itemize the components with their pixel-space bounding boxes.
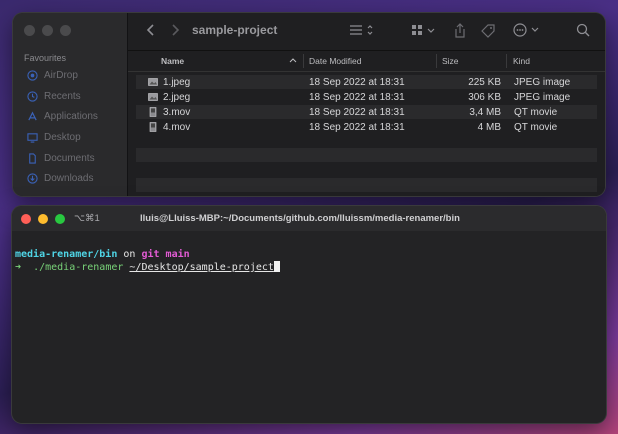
terminal-window-controls	[21, 214, 65, 224]
file-date: 18 Sep 2022 at 18:31	[309, 92, 405, 103]
file-date: 18 Sep 2022 at 18:31	[309, 122, 405, 133]
file-name: 1.jpeg	[163, 77, 191, 88]
sidebar-header: Favourites	[24, 53, 67, 63]
close-button[interactable]	[21, 214, 31, 224]
empty-row	[136, 178, 597, 192]
column-header: Name Date Modified Size Kind	[128, 50, 605, 72]
movie-file-icon	[149, 122, 157, 132]
column-divider[interactable]	[436, 54, 437, 68]
ellipsis-circle-icon	[513, 23, 539, 37]
sidebar-item-label: Desktop	[44, 131, 81, 143]
prompt-on: on	[117, 249, 142, 260]
chevron-right-icon	[172, 24, 180, 36]
terminal-output[interactable]: media-renamer/bin on git main ➜ ./media-…	[15, 249, 280, 274]
sidebar-item-recents[interactable]: Recents	[26, 87, 81, 105]
sidebar-item-downloads[interactable]: Downloads	[26, 169, 93, 187]
terminal-title: lluis@Lluiss-MBP:~/Documents/github.com/…	[140, 213, 460, 224]
empty-row	[136, 148, 597, 162]
search-button[interactable]	[576, 23, 590, 40]
clock-icon	[26, 90, 38, 102]
tag-icon	[481, 24, 495, 38]
finder-window: Favourites AirDrop Recents Applications …	[13, 13, 605, 196]
column-kind[interactable]: Kind	[513, 56, 530, 66]
prompt-arrow: ➜	[15, 262, 22, 273]
file-kind: JPEG image	[514, 77, 571, 88]
file-date: 18 Sep 2022 at 18:31	[309, 107, 405, 118]
column-date-modified[interactable]: Date Modified	[309, 56, 361, 66]
window-title: sample-project	[192, 23, 278, 37]
share-button[interactable]	[453, 23, 467, 42]
sidebar-item-label: Recents	[44, 90, 81, 102]
file-name: 4.mov	[163, 122, 191, 133]
forward-button[interactable]	[170, 23, 180, 40]
sidebar-item-label: Documents	[44, 152, 95, 164]
desktop-icon	[26, 131, 38, 143]
column-name[interactable]: Name	[161, 56, 184, 66]
finder-window-controls	[24, 25, 71, 36]
sidebar-item-documents[interactable]: Documents	[26, 149, 95, 167]
group-button[interactable]	[410, 23, 438, 40]
maximize-button[interactable]	[60, 25, 71, 36]
file-size: 225 KB	[468, 77, 501, 88]
tag-button[interactable]	[480, 23, 496, 42]
column-divider[interactable]	[303, 54, 304, 68]
column-divider[interactable]	[506, 54, 507, 68]
terminal-window: ⌥⌘1 lluis@Lluiss-MBP:~/Documents/github.…	[12, 206, 606, 423]
terminal-titlebar: ⌥⌘1 lluis@Lluiss-MBP:~/Documents/github.…	[12, 206, 606, 231]
image-file-icon	[148, 93, 158, 101]
file-kind: QT movie	[514, 107, 558, 118]
file-size: 306 KB	[468, 92, 501, 103]
airdrop-icon	[26, 69, 38, 81]
text-cursor	[273, 261, 280, 272]
column-size[interactable]: Size	[442, 56, 459, 66]
git-branch: main	[165, 249, 190, 260]
sidebar-item-airdrop[interactable]: AirDrop	[26, 66, 78, 84]
command-argument: ~/Desktop/sample-project	[129, 262, 274, 273]
command-text: ./media-renamer	[33, 262, 124, 273]
sidebar-item-applications[interactable]: Applications	[26, 107, 98, 125]
finder-toolbar: sample-project	[128, 13, 605, 50]
grid-icon	[412, 25, 435, 35]
image-file-icon	[148, 78, 158, 86]
file-name: 3.mov	[163, 107, 191, 118]
file-row[interactable]: 1.jpeg 18 Sep 2022 at 18:31 225 KB JPEG …	[136, 75, 597, 89]
applications-icon	[26, 110, 38, 122]
file-date: 18 Sep 2022 at 18:31	[309, 77, 405, 88]
tab-shortcut-label[interactable]: ⌥⌘1	[74, 213, 100, 224]
minimize-button[interactable]	[38, 214, 48, 224]
list-view-icon	[350, 25, 373, 35]
share-icon	[455, 23, 465, 38]
sort-ascending-icon[interactable]	[289, 56, 297, 65]
back-button[interactable]	[146, 23, 156, 40]
file-size: 3,4 MB	[469, 107, 501, 118]
file-name: 2.jpeg	[163, 92, 191, 103]
sidebar-item-label: Downloads	[44, 172, 94, 184]
maximize-button[interactable]	[55, 214, 65, 224]
document-icon	[26, 152, 38, 164]
file-row[interactable]: 2.jpeg 18 Sep 2022 at 18:31 306 KB JPEG …	[136, 90, 597, 104]
download-icon	[26, 172, 38, 184]
file-kind: QT movie	[514, 122, 558, 133]
git-label: git	[141, 249, 160, 260]
file-size: 4 MB	[477, 122, 501, 133]
movie-file-icon	[149, 107, 157, 117]
chevron-left-icon	[146, 24, 154, 36]
minimize-button[interactable]	[42, 25, 53, 36]
sidebar-item-desktop[interactable]: Desktop	[26, 128, 81, 146]
sidebar-item-label: AirDrop	[44, 69, 78, 81]
list-view-button[interactable]	[348, 23, 376, 40]
action-menu-button[interactable]	[513, 23, 543, 40]
prompt-directory: media-renamer/bin	[15, 249, 118, 260]
search-icon	[576, 23, 590, 37]
file-kind: JPEG image	[514, 92, 571, 103]
sidebar-item-label: Applications	[44, 110, 98, 122]
file-row[interactable]: 4.mov 18 Sep 2022 at 18:31 4 MB QT movie	[136, 120, 597, 134]
finder-sidebar: Favourites AirDrop Recents Applications …	[13, 13, 128, 196]
close-button[interactable]	[24, 25, 35, 36]
finder-main: sample-project Name Date Modified Size K…	[128, 13, 605, 196]
file-row[interactable]: 3.mov 18 Sep 2022 at 18:31 3,4 MB QT mov…	[136, 105, 597, 119]
